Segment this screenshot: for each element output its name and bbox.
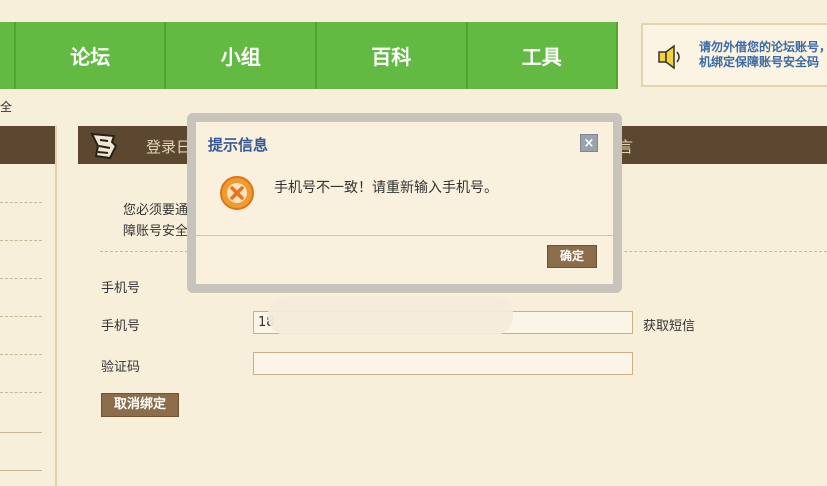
nav-item-tools[interactable]: 工具	[468, 22, 619, 89]
section-title: 登录日	[146, 138, 192, 156]
dialog-message: 手机号不一致！请重新输入手机号。	[274, 180, 498, 196]
close-button[interactable]: ×	[580, 134, 598, 152]
phone-label-1: 手机号	[101, 281, 141, 296]
alert-dialog: 提示信息 × 手机号不一致！请重新输入手机号。 确定	[196, 122, 613, 284]
left-divider	[0, 316, 42, 317]
notice-box: 请勿外借您的论坛账号，设置手机绑定保障账号安全码	[641, 23, 827, 87]
left-divider	[0, 470, 42, 471]
error-icon	[220, 176, 254, 210]
breadcrumb: 全	[0, 100, 13, 114]
phone-label-2: 手机号	[101, 319, 141, 334]
code-label: 验证码	[101, 360, 141, 375]
left-panel-header	[0, 126, 55, 164]
nav-item-partial[interactable]	[0, 22, 16, 89]
unbind-button[interactable]: 取消绑定	[101, 393, 179, 417]
left-divider	[0, 392, 42, 393]
left-divider	[0, 278, 42, 279]
lock-icon	[90, 132, 118, 160]
dialog-title: 提示信息	[208, 136, 269, 154]
get-sms-link[interactable]: 获取短信	[643, 315, 695, 334]
redaction-blur	[268, 297, 513, 335]
left-divider	[0, 432, 42, 433]
dialog-separator	[196, 235, 613, 236]
code-input[interactable]	[253, 352, 633, 375]
notice-text[interactable]: 请勿外借您的论坛账号，设置手机绑定保障账号安全码	[699, 40, 827, 70]
nav-item-forum[interactable]: 论坛	[16, 22, 167, 89]
nav-item-wiki[interactable]: 百科	[317, 22, 468, 89]
left-divider	[0, 202, 42, 203]
top-nav: 论坛 小组 百科 工具	[0, 22, 619, 89]
left-divider	[0, 240, 42, 241]
left-panel	[0, 126, 57, 486]
left-divider	[0, 354, 42, 355]
speaker-icon	[658, 44, 680, 70]
ok-button[interactable]: 确定	[547, 245, 597, 268]
nav-item-group[interactable]: 小组	[166, 22, 317, 89]
